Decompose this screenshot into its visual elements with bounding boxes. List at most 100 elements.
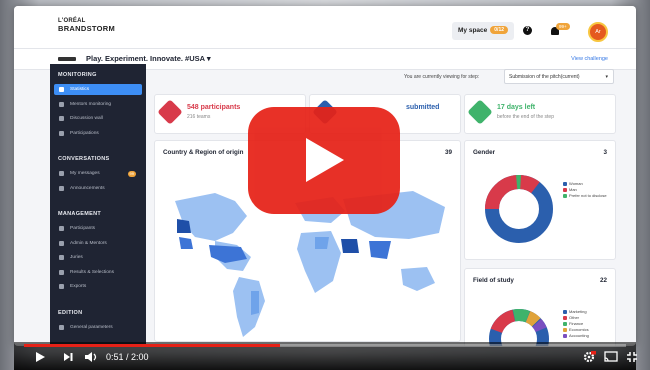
sidebar-item-general-parameters[interactable]: General parameters: [54, 322, 142, 333]
participants-count: 548 participants: [187, 104, 241, 111]
gavel-icon: [59, 255, 64, 260]
brand-logo[interactable]: L'ORÉAL BRANDSTORM: [58, 18, 115, 32]
sidebar-item-exports[interactable]: Exports: [54, 281, 142, 292]
sidebar-item-label: Statistics: [70, 87, 90, 92]
sidebar-item-my-messages[interactable]: My messages 99: [54, 168, 142, 179]
study-legend: Marketing Other Finance Economics Accounting: [563, 309, 589, 339]
cast-icon[interactable]: [604, 351, 618, 363]
my-space-badge: 0/12: [490, 26, 509, 35]
play-icon: [306, 138, 344, 182]
step-select-value: Submission of the pitch(current): [509, 74, 580, 80]
settings-gear-icon[interactable]: [582, 351, 596, 363]
sidebar-item-label: Participations: [70, 130, 99, 136]
legend-label: Man: [569, 187, 577, 192]
participants-icon: [157, 99, 183, 125]
export-icon: [59, 284, 64, 289]
progress-bar[interactable]: [24, 344, 626, 347]
youtube-play-button[interactable]: [248, 107, 400, 214]
exit-fullscreen-icon[interactable]: [626, 351, 638, 363]
study-donut-chart[interactable]: [479, 299, 559, 346]
sidebar-item-label: Mentors monitoring: [70, 101, 112, 107]
legend-label: Finance: [569, 321, 584, 326]
megaphone-icon: [59, 185, 64, 191]
chevron-down-icon: ▾: [605, 74, 608, 80]
sidebar-item-participants[interactable]: Participants: [54, 223, 142, 234]
sidebar-item-juries[interactable]: Juries: [54, 252, 142, 263]
legend-swatch: [563, 309, 567, 314]
sidebar-item-announcements[interactable]: Announcements: [54, 183, 142, 194]
sidebar-item-label: Results & Selections: [70, 269, 114, 275]
legend-swatch: [563, 333, 567, 338]
sidebar: MONITORING Statistics Mentors monitoring Di…: [50, 64, 146, 344]
user-avatar[interactable]: Ar: [588, 22, 608, 42]
brand-mark-icon: [58, 57, 76, 61]
legend-swatch: [563, 327, 567, 332]
video-controls: 0:51 / 2:00: [14, 342, 638, 370]
days-left: 17 days left: [497, 104, 536, 111]
clock-icon: [467, 99, 493, 125]
progress-fill: [24, 344, 280, 347]
legend-item: Accounting: [563, 333, 589, 339]
trophy-icon: [59, 269, 64, 275]
sidebar-item-results-selections[interactable]: Results & Selections: [54, 267, 142, 278]
study-card-count: 22: [599, 277, 607, 284]
legend-swatch: [563, 193, 567, 198]
sidebar-item-label: Announcements: [70, 185, 105, 191]
volume-icon[interactable]: [84, 351, 98, 363]
gear-icon: [59, 324, 64, 330]
notification-badge: 99+: [556, 23, 570, 30]
submitted-count: submitted: [406, 104, 440, 111]
message-icon: [59, 171, 64, 176]
sidebar-item-label: Admin & Mentors: [70, 240, 107, 246]
sidebar-item-label: Discussion wall: [70, 116, 103, 121]
my-space-label: My space: [458, 27, 488, 34]
challenge-title-text: Play. Experiment. Innovate. #USA: [86, 54, 205, 63]
sidebar-item-label: My messages: [70, 171, 100, 176]
gender-card: Gender 3 Woman Man Prefer not to disclose: [464, 140, 616, 260]
doc-icon: [59, 130, 64, 136]
teams-count: 216 teams: [187, 114, 211, 120]
sidebar-item-mentors-monitoring[interactable]: Mentors monitoring: [54, 99, 142, 110]
user-icon: [59, 226, 64, 231]
viewing-label: You are currently viewing for step:: [404, 74, 480, 80]
legend-label: Prefer not to disclose: [569, 193, 607, 198]
sidebar-item-admin-mentors[interactable]: Admin & Mentors: [54, 238, 142, 249]
gender-card-count: 3: [603, 149, 607, 156]
legend-swatch: [563, 181, 567, 186]
legend-label: Accounting: [569, 333, 589, 338]
video-frame[interactable]: L'ORÉAL BRANDSTORM My space 0/12 ? 99+ Ar…: [14, 6, 636, 346]
sidebar-item-label: General parameters: [70, 324, 113, 330]
chat-icon: [59, 116, 64, 121]
days-left-sub: before the end of the step: [497, 114, 554, 120]
next-icon[interactable]: [62, 351, 74, 363]
legend-swatch: [563, 321, 567, 326]
sidebar-item-discussion-wall[interactable]: Discussion wall: [54, 113, 142, 124]
view-challenge-link[interactable]: View challenge: [571, 54, 608, 64]
top-header: L'ORÉAL BRANDSTORM My space 0/12 ? 99+ Ar: [14, 6, 636, 49]
sidebar-item-statistics[interactable]: Statistics: [54, 84, 142, 95]
gender-card-title: Gender: [473, 149, 496, 156]
sidebar-section-title: MANAGEMENT: [58, 211, 102, 217]
gender-donut-chart[interactable]: [479, 169, 559, 249]
step-select[interactable]: Submission of the pitch(current) ▾: [504, 69, 614, 84]
sidebar-item-label: Participants: [70, 226, 96, 231]
sidebar-section-title: CONVERSATIONS: [58, 156, 110, 162]
logo-main-text: BRANDSTORM: [58, 24, 116, 33]
chevron-down-icon: ▾: [206, 54, 211, 63]
legend-swatch: [563, 187, 567, 192]
help-icon[interactable]: ?: [523, 26, 532, 35]
legend-item: Prefer not to disclose: [563, 193, 607, 199]
sidebar-item-label: Exports: [70, 284, 87, 289]
play-icon[interactable]: [34, 351, 46, 363]
legend-label: Other: [569, 315, 580, 320]
sidebar-item-label: Juries: [70, 255, 83, 260]
sidebar-section-title: MONITORING: [58, 72, 97, 78]
users-icon: [59, 240, 64, 246]
legend-label: Woman: [569, 181, 583, 186]
user-icon: [59, 101, 64, 107]
field-of-study-card: Field of study 22 Marketing Other Finance E…: [464, 268, 616, 346]
sidebar-item-participations[interactable]: Participations: [54, 128, 142, 139]
my-space-button[interactable]: My space 0/12: [452, 22, 515, 40]
legend-swatch: [563, 315, 567, 320]
unread-badge: 99: [127, 170, 136, 177]
